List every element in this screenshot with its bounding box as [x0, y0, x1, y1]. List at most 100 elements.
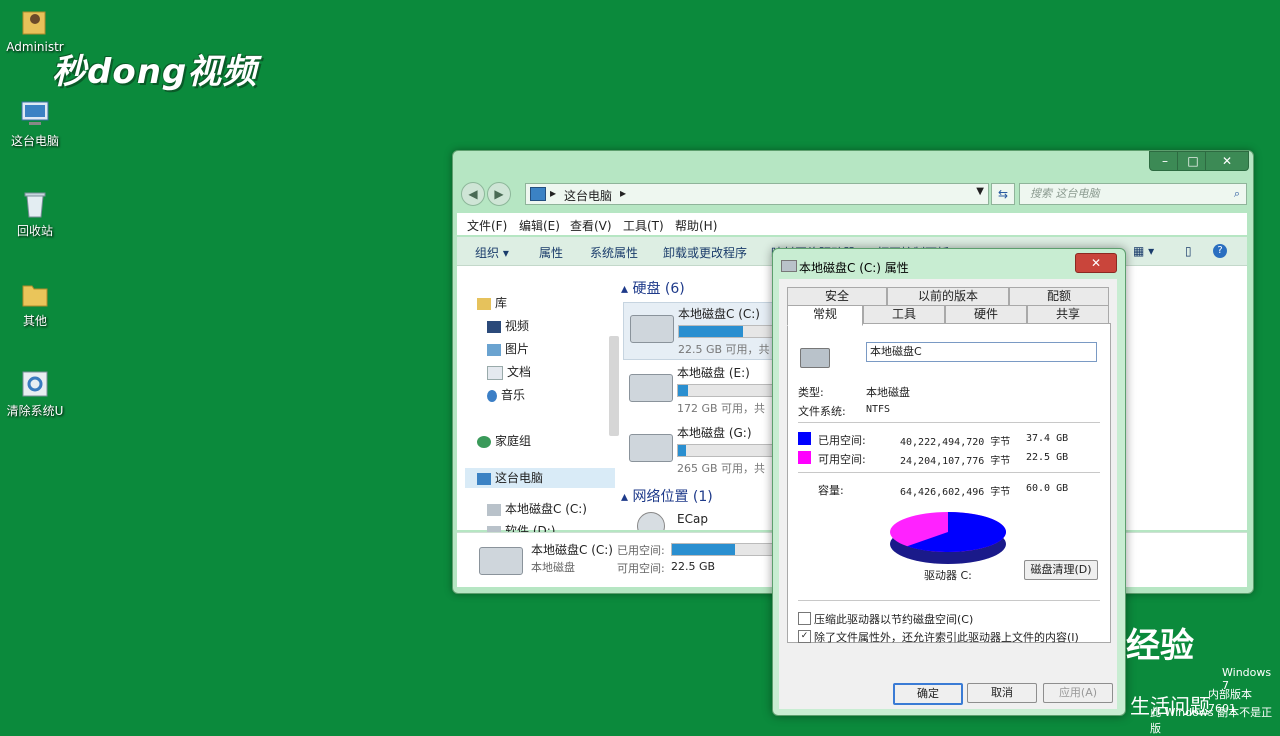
details-free-label: 可用空间: [617, 562, 665, 575]
type-value: 本地磁盘 [866, 386, 910, 399]
menu-help[interactable]: 帮助(H) [675, 217, 717, 234]
desktop-icon-label: 这台电脑 [10, 134, 59, 148]
drive-icon [781, 260, 797, 272]
homegroup-icon [477, 435, 491, 448]
nav-homegroup[interactable]: 家庭组 [477, 432, 531, 449]
network-item-name: ECap [677, 512, 708, 526]
back-button[interactable]: ◀ [461, 182, 485, 206]
os-activation-note: 此 Windows 副本不是正版 [1150, 706, 1273, 735]
capacity-label: 容量: [818, 484, 844, 497]
folder-icon [19, 278, 51, 310]
menu-edit[interactable]: 编辑(E) [519, 217, 560, 234]
tab-tools[interactable]: 工具 [863, 305, 945, 324]
used-space-bytes: 40,222,494,720 字节 [900, 437, 1011, 448]
forward-button[interactable]: ▶ [487, 182, 511, 206]
section-network[interactable]: ▴ 网络位置 (1) [621, 486, 713, 506]
details-used-label: 已用空间: [617, 544, 665, 557]
search-input[interactable]: 搜索 这台电脑 ⌕ [1019, 183, 1247, 205]
desktop-icon-computer[interactable]: 这台电脑 [0, 98, 70, 149]
tab-security[interactable]: 安全 [787, 287, 887, 306]
drive-name-input[interactable]: 本地磁盘C [866, 342, 1097, 362]
drive-icon [479, 547, 523, 575]
menu-bar: 文件(F) 编辑(E) 查看(V) 工具(T) 帮助(H) [457, 213, 1247, 235]
dialog-body: 安全 以前的版本 配额 常规 工具 硬件 共享 本地磁盘C 类型: 本地磁盘 文… [779, 279, 1117, 709]
drive-usage-bar [677, 444, 783, 457]
index-label: 除了文件属性外，还允许索引此驱动器上文件的内容(I) [814, 631, 1079, 644]
nav-library-music[interactable]: 音乐 [487, 386, 525, 403]
chevron-down-icon[interactable]: ▼ [976, 186, 984, 197]
drive-free-text: 172 GB 可用，共 [677, 402, 766, 415]
breadcrumb[interactable]: 这台电脑 [564, 187, 612, 204]
nav-scrollbar[interactable] [609, 336, 619, 436]
drive-item-e[interactable]: 本地磁盘 (E:) 172 GB 可用，共 [623, 362, 783, 418]
breadcrumb-separator-icon: ▸ [620, 186, 627, 200]
ok-button[interactable]: 确定 [893, 683, 963, 705]
compress-label: 压缩此驱动器以节约磁盘空间(C) [814, 613, 974, 626]
drive-name: 本地磁盘C (C:) [678, 307, 760, 321]
drive-item-g[interactable]: 本地磁盘 (G:) 265 GB 可用，共 [623, 422, 783, 478]
desktop-icon-clean[interactable]: 清除系统U [0, 368, 70, 419]
compress-checkbox[interactable] [798, 612, 811, 625]
help-icon[interactable]: ? [1213, 244, 1227, 258]
used-space-swatch [798, 432, 811, 445]
menu-view[interactable]: 查看(V) [570, 217, 612, 234]
view-options-icon[interactable]: ▦ ▾ [1133, 244, 1154, 258]
drive-icon [487, 503, 501, 516]
tab-general[interactable]: 常规 [787, 305, 863, 326]
nav-computer[interactable]: 这台电脑 [465, 468, 615, 488]
details-drive-name: 本地磁盘C (C:) [531, 543, 613, 557]
nav-library-pictures[interactable]: 图片 [487, 340, 529, 357]
computer-icon [530, 187, 546, 201]
nav-library-videos[interactable]: 视频 [487, 317, 529, 334]
nav-library[interactable]: 库 [477, 294, 507, 311]
organize-button[interactable]: 组织 ▾ [475, 244, 509, 261]
index-checkbox[interactable]: ✓ [798, 630, 811, 643]
drive-name: 本地磁盘 (E:) [677, 366, 750, 380]
free-space-gb: 22.5 GB [1026, 452, 1069, 463]
video-icon [487, 320, 501, 333]
network-item[interactable]: ECap [623, 510, 783, 530]
desktop-icon-other[interactable]: 其他 [0, 278, 70, 329]
navigation-pane: 库 视频 图片 文档 音乐 家庭组 这台电脑 本地磁盘C (C:) 软件 (D:… [457, 266, 615, 532]
watermark-logo: 秒dong视频 [52, 52, 258, 92]
network-camera-icon [637, 512, 665, 530]
recycle-bin-icon [19, 188, 51, 220]
refresh-button[interactable]: ⇆ [991, 183, 1015, 205]
document-icon [487, 365, 503, 380]
disk-usage-pie [890, 512, 1006, 564]
drive-icon [629, 374, 673, 402]
desktop-icon-recycle-bin[interactable]: 回收站 [0, 188, 70, 239]
disk-cleanup-button[interactable]: 磁盘清理(D) [1024, 560, 1098, 580]
free-space-bytes: 24,204,107,776 字节 [900, 456, 1011, 467]
uninstall-button[interactable]: 卸载或更改程序 [663, 244, 747, 261]
divider [798, 472, 1100, 473]
apply-button[interactable]: 应用(A) [1043, 683, 1113, 703]
tab-quota[interactable]: 配额 [1009, 287, 1109, 306]
system-properties-button[interactable]: 系统属性 [590, 244, 638, 261]
tab-previous-versions[interactable]: 以前的版本 [887, 287, 1009, 306]
desktop-icon-label: 清除系统U [6, 404, 64, 418]
address-bar[interactable]: ▸ 这台电脑 ▸ ▼ [525, 183, 989, 205]
free-space-label: 可用空间: [818, 453, 866, 466]
nav-drive-d[interactable]: 软件 (D:) [487, 522, 555, 532]
preview-pane-icon[interactable]: ▯ [1185, 244, 1192, 258]
menu-file[interactable]: 文件(F) [467, 217, 507, 234]
dialog-close-button[interactable]: ✕ [1075, 253, 1117, 273]
drive-large-icon [800, 348, 830, 368]
tab-hardware[interactable]: 硬件 [945, 305, 1027, 324]
tab-sharing[interactable]: 共享 [1027, 305, 1109, 324]
drive-item-c[interactable]: 本地磁盘C (C:) 22.5 GB 可用，共 [623, 302, 785, 360]
menu-tools[interactable]: 工具(T) [623, 217, 664, 234]
cancel-button[interactable]: 取消 [967, 683, 1037, 703]
properties-button[interactable]: 属性 [539, 244, 563, 261]
used-space-label: 已用空间: [818, 434, 866, 447]
nav-drive-c[interactable]: 本地磁盘C (C:) [487, 500, 587, 517]
computer-icon [19, 98, 51, 130]
nav-library-documents[interactable]: 文档 [487, 363, 531, 380]
search-placeholder: 搜索 这台电脑 [1030, 187, 1100, 200]
drive-icon [629, 434, 673, 462]
divider [798, 600, 1100, 601]
close-button[interactable]: ✕ [1205, 151, 1249, 171]
picture-icon [487, 343, 501, 356]
section-hard-disks[interactable]: ▴ 硬盘 (6) [621, 278, 685, 298]
